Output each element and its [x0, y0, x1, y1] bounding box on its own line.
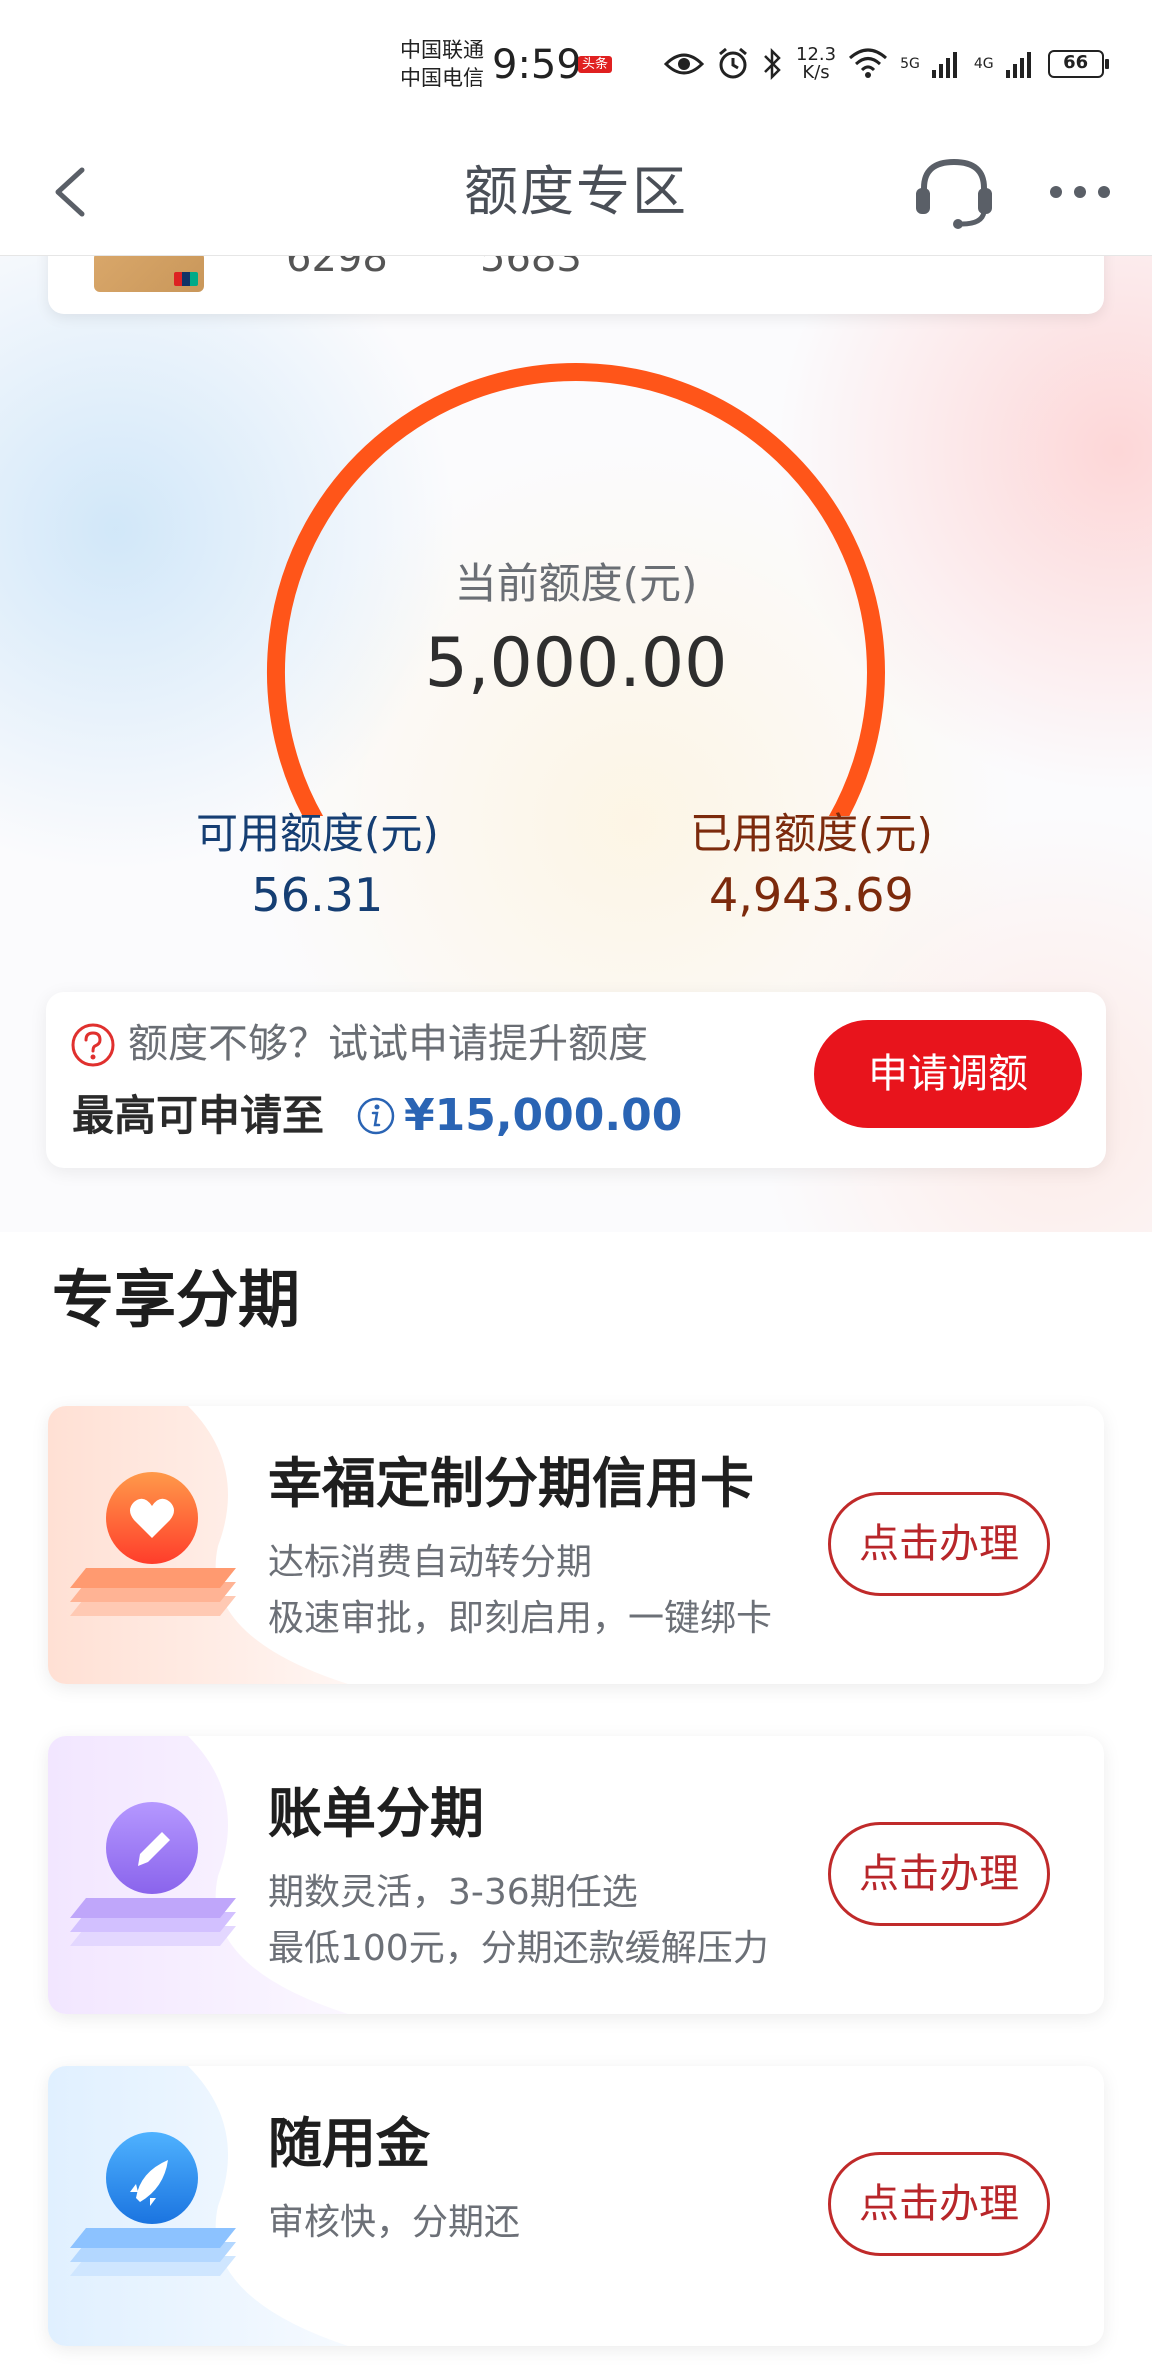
quota-increase-card: 额度不够？试试申请提升额度 最高可申请至 ¥15,000.00 申请调额	[46, 992, 1106, 1168]
bluetooth-icon	[764, 47, 781, 81]
current-quota-label: 当前额度(元)	[454, 559, 698, 608]
card-desc-1: 期数灵活，3-36期任选	[268, 1872, 638, 1913]
more-dots-icon	[1050, 186, 1110, 198]
installment-card-bill[interactable]: 账单分期 期数灵活，3-36期任选 最低100元，分期还款缓解压力 点击办理	[48, 1736, 1104, 2014]
max-apply-label: 最高可申请至	[72, 1091, 325, 1140]
signal-icon-2	[1005, 52, 1031, 78]
alarm-icon	[719, 47, 747, 79]
card-desc-2: 极速审批，即刻启用，一键绑卡	[268, 1598, 773, 1639]
network-speed: 12.3 K/s	[796, 46, 836, 82]
apply-now-button[interactable]: 点击办理	[828, 1492, 1050, 1596]
apply-adjust-button[interactable]: 申请调额	[814, 1020, 1082, 1128]
speed-unit: K/s	[802, 62, 830, 83]
current-quota-value: 5,000.00	[424, 624, 728, 703]
headset-icon	[916, 158, 992, 229]
used-quota: 已用额度(元) 4,943.69	[690, 806, 933, 924]
available-quota-value: 56.31	[251, 868, 384, 922]
apply-now-button[interactable]: 点击办理	[828, 2152, 1050, 2256]
status-bar: 中国联通 中国电信 9:59 头条 12.3 K/s 5G 4G 66	[0, 0, 1152, 128]
installment-card-cash[interactable]: 随用金 审核快，分期还 点击办理	[48, 2066, 1104, 2346]
more-button[interactable]	[1040, 156, 1120, 228]
card-title: 幸福定制分期信用卡	[268, 1452, 754, 1515]
available-quota-label: 可用额度(元)	[196, 809, 439, 858]
used-quota-label: 已用额度(元)	[690, 809, 933, 858]
nav-bar: 额度专区	[0, 128, 1152, 256]
max-apply-amount: ¥15,000.00	[404, 1090, 683, 1141]
apply-now-button[interactable]: 点击办理	[828, 1822, 1050, 1926]
carrier-1: 中国联通	[400, 38, 484, 62]
card-desc-2: 最低100元，分期还款缓解压力	[268, 1928, 769, 1969]
card-desc-1: 审核快，分期还	[268, 2202, 521, 2243]
battery-icon: 66	[1047, 50, 1109, 78]
eye-icon	[664, 53, 704, 75]
used-quota-value: 4,943.69	[708, 868, 914, 922]
available-quota: 可用额度(元) 56.31	[196, 806, 439, 924]
pencil-icon	[70, 1802, 236, 1946]
app-badge: 头条	[578, 56, 613, 73]
heart-icon	[70, 1472, 236, 1616]
quota-page: 中国联通 中国电信 9:59 头条 12.3 K/s 5G 4G 66 额度专区…	[0, 0, 1152, 2376]
section-title: 专享分期	[52, 1263, 301, 1336]
quota-increase-hint: 额度不够？试试申请提升额度	[128, 1021, 648, 1067]
carrier-2: 中国电信	[400, 66, 484, 90]
quota-gauge	[267, 363, 885, 816]
wifi-icon	[849, 48, 888, 78]
customer-service-button[interactable]	[906, 150, 1002, 234]
info-icon[interactable]	[356, 1096, 396, 1136]
rocket-icon	[70, 2132, 236, 2276]
question-icon[interactable]	[70, 1022, 116, 1068]
signal-icon-1	[931, 52, 957, 78]
network-4g-label: 4G	[973, 56, 994, 72]
quota-hero: 6298 5683 当前额度(元) 5,000.00 可用额度(元) 56.31…	[0, 256, 1152, 1232]
network-5g-label: 5G	[900, 56, 920, 72]
card-title: 账单分期	[268, 1782, 484, 1845]
status-time: 9:59	[492, 42, 582, 88]
card-title: 随用金	[268, 2112, 430, 2175]
installment-card-happiness[interactable]: 幸福定制分期信用卡 达标消费自动转分期 极速审批，即刻启用，一键绑卡 点击办理	[48, 1406, 1104, 1684]
status-icons: 12.3 K/s 5G 4G 66	[664, 42, 1109, 86]
card-desc-1: 达标消费自动转分期	[268, 1542, 593, 1583]
carrier-names: 中国联通 中国电信	[400, 36, 484, 92]
